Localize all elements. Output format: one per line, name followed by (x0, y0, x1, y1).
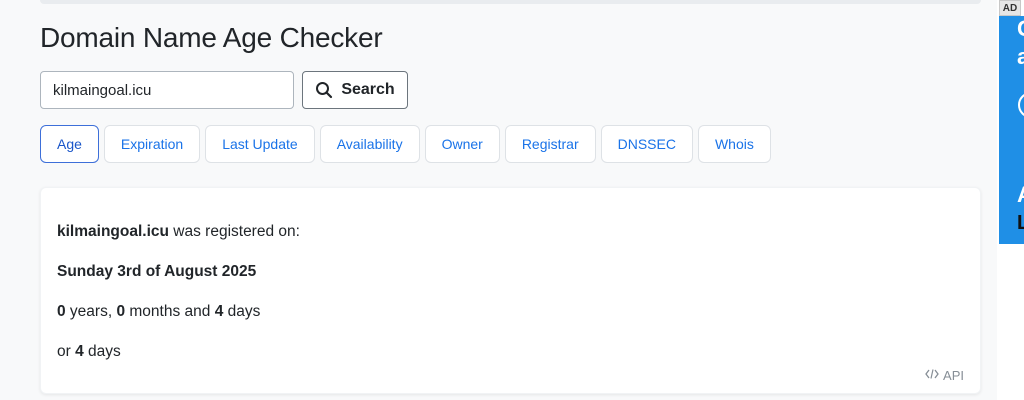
tab-dnssec[interactable]: DNSSEC (600, 125, 693, 163)
code-icon (925, 368, 939, 383)
age-years: 0 (57, 303, 66, 320)
ad-glyph: a (1017, 44, 1024, 69)
or-text: or (57, 343, 76, 360)
result-card: kilmaingoal.icu was registered on: Sunda… (40, 187, 981, 394)
tab-expiration[interactable]: Expiration (103, 125, 201, 163)
registration-line: kilmaingoal.icu was registered on: (57, 223, 300, 241)
months-text: months and (125, 303, 215, 320)
ad-glyph: L (1017, 212, 1024, 234)
domain-search-input[interactable] (40, 71, 294, 109)
search-button[interactable]: Search (302, 71, 408, 109)
tab-age[interactable]: Age (40, 125, 99, 163)
tab-owner[interactable]: Owner (424, 125, 500, 163)
registration-date: Sunday 3rd of August 2025 (57, 263, 257, 280)
registered-text: was registered on: (168, 223, 300, 240)
ad-glyph: C (1017, 16, 1024, 42)
search-icon (315, 81, 333, 99)
tab-registrar[interactable]: Registrar (504, 125, 596, 163)
tab-whois[interactable]: Whois (697, 125, 771, 163)
top-divider (40, 0, 981, 4)
days-text: days (223, 303, 261, 320)
total-days-line: or 4 days (57, 343, 121, 361)
total-days: 4 (75, 343, 84, 360)
ad-glyph: A (1017, 182, 1024, 208)
api-label: API (943, 368, 964, 383)
age-breakdown: 0 years, 0 months and 4 days (57, 303, 260, 321)
age-months: 0 (116, 303, 126, 320)
tab-availability[interactable]: Availability (319, 125, 420, 163)
ad-circle-icon (1018, 92, 1024, 118)
page-title: Domain Name Age Checker (40, 22, 383, 53)
tab-last-update[interactable]: Last Update (205, 125, 315, 163)
years-text: years, (65, 303, 117, 320)
api-link[interactable]: API (925, 368, 964, 383)
result-domain: kilmaingoal.icu (57, 223, 169, 240)
total-days-text: days (83, 343, 121, 360)
ad-banner[interactable]: C a A L (999, 16, 1024, 244)
checker-tabs: Age Expiration Last Update Availability … (40, 125, 771, 163)
search-button-label: Search (341, 81, 395, 98)
ad-badge: AD (999, 0, 1021, 16)
